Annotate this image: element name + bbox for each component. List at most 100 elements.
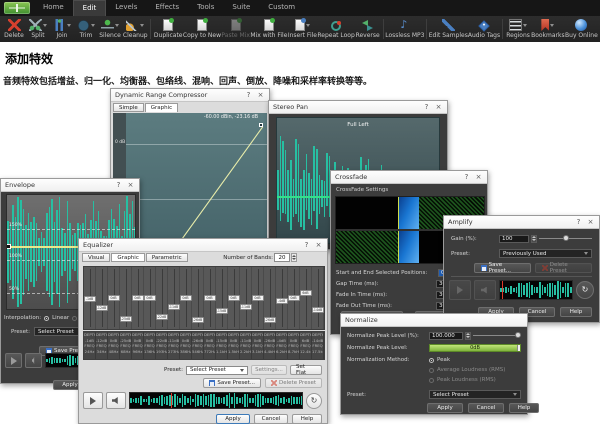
equalizer-band-19-handle[interactable]: 6dB [300, 290, 312, 296]
amplify-title-bar[interactable]: Amplify ? × [444, 216, 599, 229]
equalizer-tab-graphic[interactable]: Graphic [111, 253, 144, 262]
equalizer-band-7-handle[interactable]: -22dB [156, 314, 168, 320]
equalizer-band-16-handle[interactable]: -26dB [264, 317, 276, 323]
amplify-save-preset-button[interactable]: Save Preset... [474, 263, 531, 273]
equalizer-band-10-handle[interactable]: -26dB [192, 317, 204, 323]
envelope-close-icon[interactable]: × [126, 180, 135, 190]
toolbar-bookmarks-button[interactable]: Bookmarks [531, 16, 565, 42]
equalizer-loop-button[interactable]: ↻ [306, 393, 322, 409]
toolbar-join-button[interactable]: Join [50, 16, 74, 42]
interpolation-logarithmic-radio[interactable] [72, 316, 77, 321]
equalizer-delete-preset-button[interactable]: Delete Preset [265, 378, 322, 388]
drc-tab-simple[interactable]: Simple [113, 103, 144, 112]
equalizer-tab-visual[interactable]: Visual [82, 253, 110, 262]
ribbon-tab-edit[interactable]: Edit [73, 0, 107, 16]
toolbar-reverse-button[interactable]: Reverse [355, 16, 381, 42]
amplify-play-button[interactable] [449, 280, 471, 300]
amplify-close-icon[interactable]: × [586, 217, 595, 227]
equalizer-band-2-handle[interactable]: -12dB [96, 305, 108, 311]
amplify-help-button[interactable]: Help [560, 307, 592, 317]
gain-input[interactable]: 100 [499, 235, 529, 243]
equalizer-title-bar[interactable]: Equalizer ? × [79, 239, 327, 252]
toolbar-mix-with-file-button[interactable]: Mix with File [251, 16, 288, 42]
normalize-peak-pct-slider[interactable] [473, 331, 521, 340]
crossfade-close-icon[interactable]: × [474, 172, 483, 182]
pan-close-icon[interactable]: × [434, 102, 443, 112]
equalizer-help-icon[interactable]: ? [302, 240, 311, 250]
drc-close-icon[interactable]: × [256, 90, 265, 100]
ribbon-tab-home[interactable]: Home [34, 0, 73, 16]
equalizer-band-12-handle[interactable]: -15dB [216, 308, 228, 314]
envelope-node[interactable] [6, 244, 11, 249]
toolbar-cleanup-button[interactable]: Cleanup [122, 16, 148, 42]
number-of-bands-spinner[interactable] [291, 253, 297, 262]
equalizer-band-5-handle[interactable]: 0dB [132, 295, 144, 301]
equalizer-band-8-handle[interactable]: -11dB [168, 304, 180, 310]
equalizer-band-13-handle[interactable]: 0dB [228, 295, 240, 301]
equalizer-apply-button[interactable]: Apply [216, 414, 250, 424]
method-peak-radio[interactable] [429, 358, 434, 363]
toolbar-regions-button[interactable]: Regions [505, 16, 531, 42]
method-average-loudness-radio[interactable] [429, 368, 434, 373]
toolbar-insert-file-button[interactable]: Insert File [287, 16, 317, 42]
equalizer-preset-dropdown[interactable]: Select Preset [186, 366, 248, 375]
envelope-play-button[interactable] [5, 353, 22, 368]
normalize-title-bar[interactable]: Normalize [341, 314, 527, 327]
equalizer-play-button[interactable] [83, 392, 103, 409]
equalizer-tab-parametric[interactable]: Parametric [146, 253, 188, 262]
normalize-help-button[interactable]: Help [509, 403, 539, 413]
toolbar-repeat-loop-button[interactable]: Repeat Loop [318, 16, 355, 42]
amplify-loop-button[interactable]: ↻ [576, 281, 594, 299]
envelope-help-icon[interactable]: ? [114, 180, 123, 190]
ribbon-tab-effects[interactable]: Effects [146, 0, 188, 16]
amplify-preset-dropdown[interactable]: Previously Used [499, 249, 592, 258]
toolbar-paste-mix-button[interactable]: Paste Mix [221, 16, 251, 42]
equalizer-preview-waveform[interactable] [129, 392, 303, 409]
drc-title-bar[interactable]: Dynamic Range Compressor ? × [111, 89, 269, 102]
normalize-cancel-button[interactable]: Cancel [468, 403, 504, 413]
pan-help-icon[interactable]: ? [422, 102, 431, 112]
equalizer-settings-button[interactable]: Settings... [251, 365, 287, 375]
drc-tab-graphic[interactable]: Graphic [145, 103, 178, 112]
toolbar-audio-tags-button[interactable]: Audio Tags [468, 16, 501, 42]
equalizer-band-17-handle[interactable]: -4dB [276, 298, 288, 304]
equalizer-help-button[interactable]: Help [292, 414, 322, 424]
equalizer-save-preset-button[interactable]: Save Preset... [203, 378, 261, 388]
gain-slider[interactable] [539, 234, 592, 243]
crossfade-help-icon[interactable]: ? [462, 172, 471, 182]
equalizer-band-4-handle[interactable]: -25dB [120, 316, 132, 322]
pan-title-bar[interactable]: Stereo Pan ? × [269, 101, 447, 114]
envelope-title-bar[interactable]: Envelope ? × [1, 179, 139, 192]
toolbar-edit-samples-button[interactable]: Edit Samples [429, 16, 468, 42]
normalize-peak-pct-input[interactable]: 100.000 [429, 332, 463, 340]
toolbar-copy-to-new-button[interactable]: Copy to New [183, 16, 221, 42]
interpolation-linear-radio[interactable] [44, 316, 49, 321]
drc-curve-node[interactable] [259, 123, 263, 127]
equalizer-band-14-handle[interactable]: -11dB [240, 304, 252, 310]
equalizer-band-20-handle[interactable]: -14dB [312, 307, 324, 313]
toolbar-silence-button[interactable]: Silence [98, 16, 122, 42]
amplify-preview-waveform[interactable] [499, 280, 573, 300]
drc-help-icon[interactable]: ? [244, 90, 253, 100]
equalizer-band-1-handle[interactable]: -1dB [84, 296, 96, 302]
toolbar-buy-online-button[interactable]: Buy Online [565, 16, 598, 42]
toolbar-lossless-mp3-button[interactable]: Lossless MP3 [386, 16, 425, 42]
amplify-help-icon[interactable]: ? [574, 217, 583, 227]
envelope-loudspeaker-button[interactable] [25, 353, 42, 368]
amplify-delete-preset-button[interactable]: Delete Preset [535, 263, 592, 273]
normalize-peak-pct-spinner[interactable] [465, 332, 471, 340]
equalizer-close-icon[interactable]: × [314, 240, 323, 250]
amplify-loudspeaker-button[interactable] [474, 280, 496, 300]
equalizer-band-9-handle[interactable]: 0dB [180, 295, 192, 301]
ribbon-tab-custom[interactable]: Custom [259, 0, 304, 16]
equalizer-band-15-handle[interactable]: 0dB [252, 295, 264, 301]
gain-spinner[interactable] [531, 235, 537, 243]
equalizer-set-flat-button[interactable]: Set Flat [290, 365, 322, 375]
equalizer-band-18-handle[interactable]: 0dB [288, 295, 300, 301]
toolbar-split-button[interactable]: Split [26, 16, 50, 42]
ribbon-tab-tools[interactable]: Tools [188, 0, 223, 16]
normalize-preset-dropdown[interactable]: Select Preset [429, 390, 521, 399]
app-logo-icon[interactable] [4, 2, 30, 14]
ribbon-tab-levels[interactable]: Levels [106, 0, 146, 16]
toolbar-trim-button[interactable]: Trim [74, 16, 98, 42]
